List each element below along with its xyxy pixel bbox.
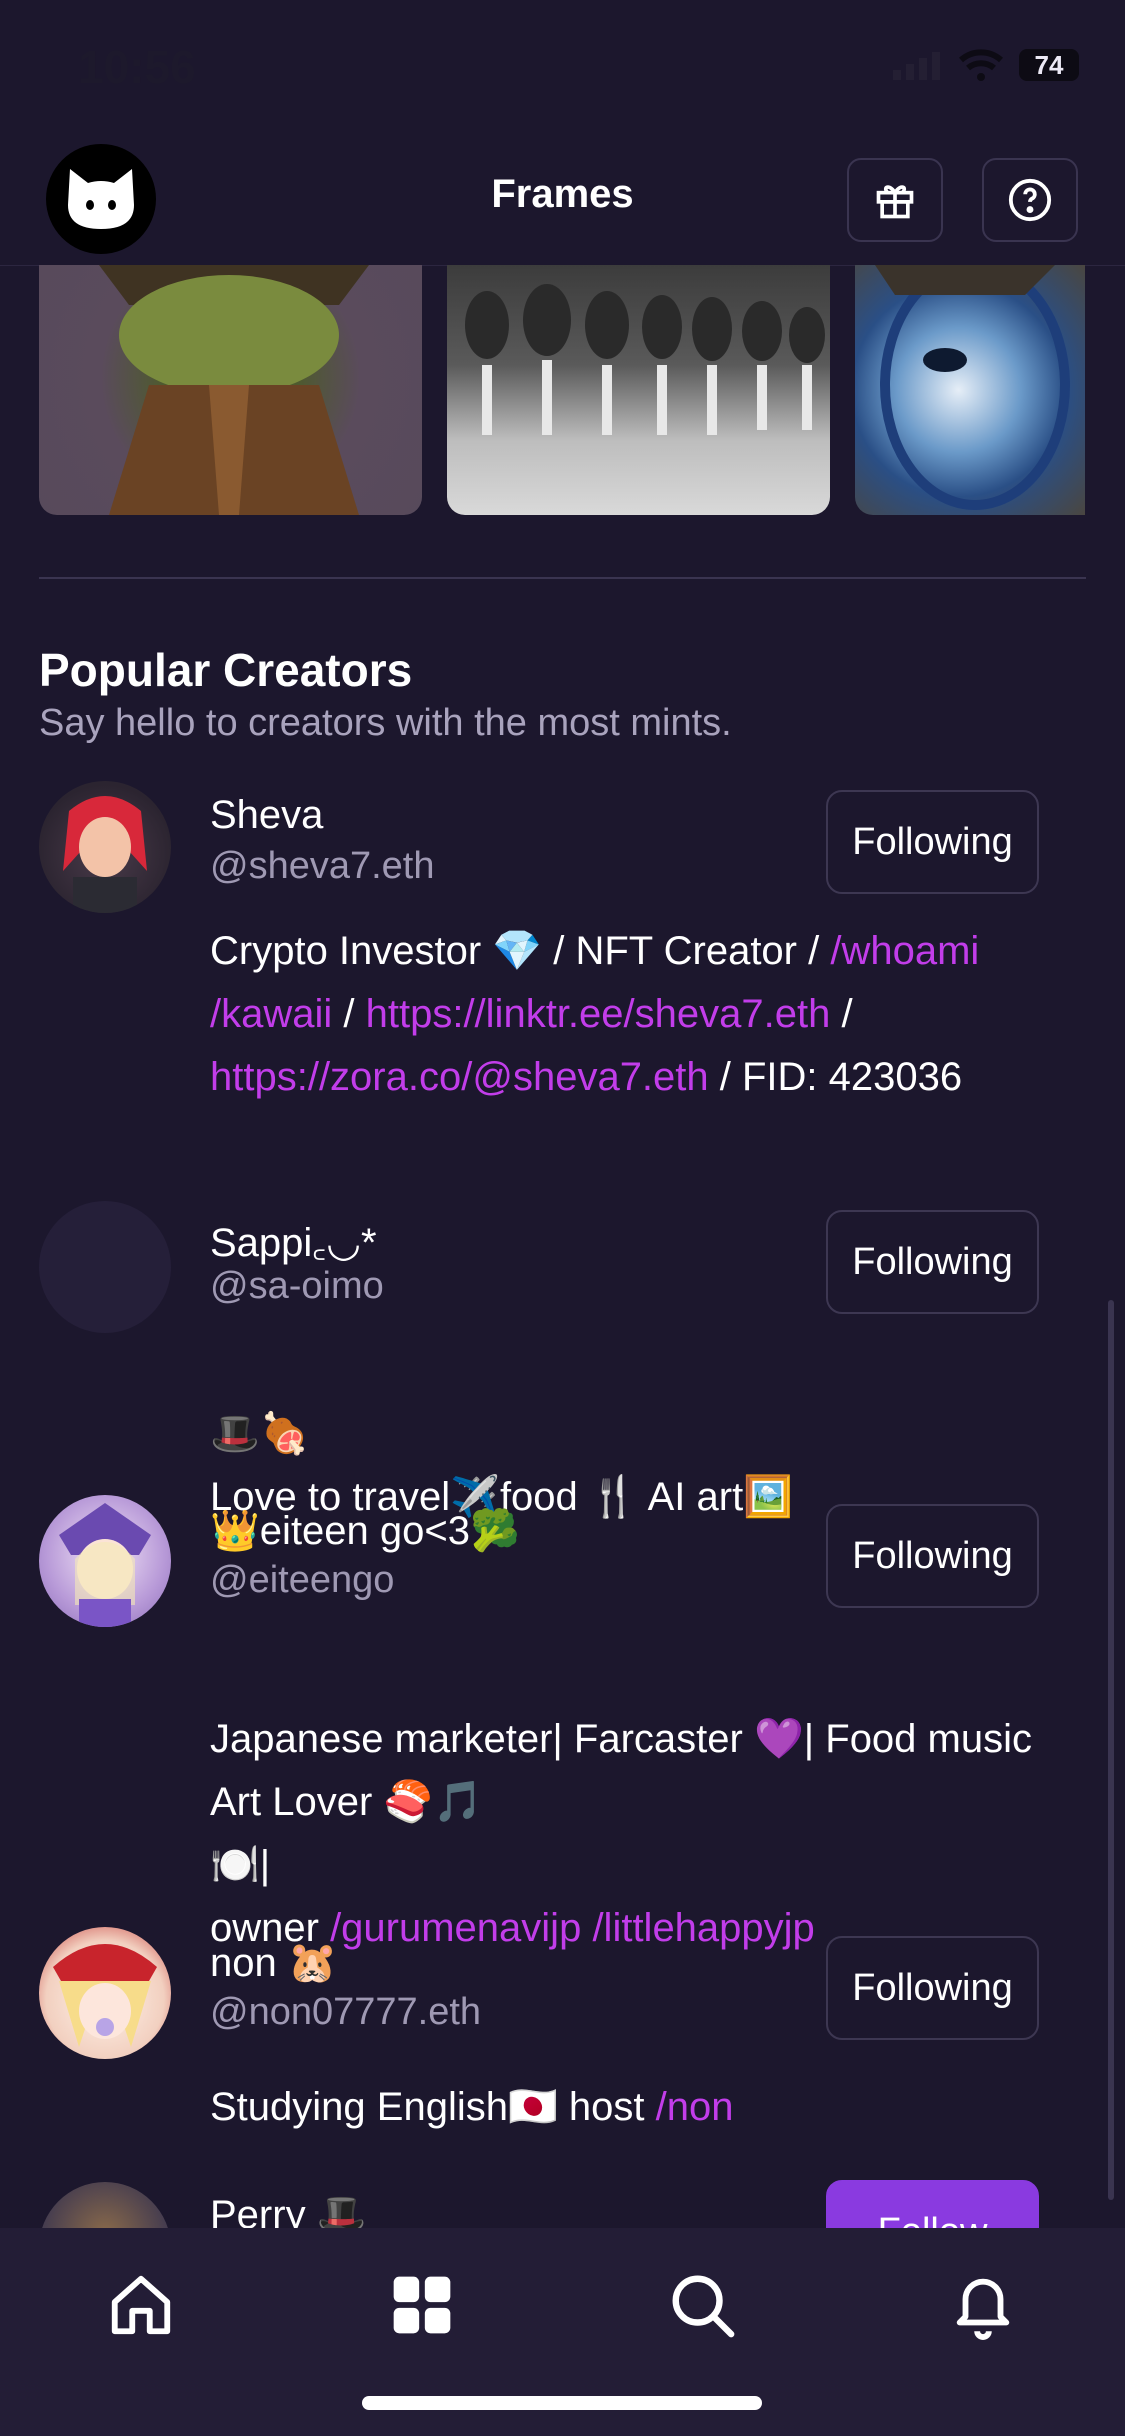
home-icon [111, 2275, 171, 2335]
bio-link[interactable]: https://zora.co/@sheva7.eth [210, 1055, 709, 1099]
creator-name: Sappi꜀◡* [210, 1221, 377, 1265]
search-icon [672, 2275, 735, 2338]
creator-bio: Crypto Investor 💎 / NFT Creator / /whoam… [210, 920, 1070, 1109]
following-button[interactable]: Following [826, 1210, 1039, 1314]
bio-link[interactable]: /kawaii [210, 992, 332, 1036]
status-bar: 10:56 74 [0, 0, 1125, 140]
home-indicator [362, 2396, 762, 2410]
grid-icon [393, 2276, 451, 2334]
signal-icon [893, 52, 940, 80]
bio-link[interactable]: /littlehappyjp [592, 1906, 814, 1950]
tab-search[interactable] [657, 2260, 747, 2350]
bio-text: / [332, 992, 366, 1036]
creator-bio: Japanese marketer| Farcaster 💜| Food mus… [210, 1645, 1070, 1960]
status-time: 10:56 [78, 41, 196, 93]
bio-link[interactable]: https://linktr.ee/sheva7.eth [366, 992, 831, 1036]
creator-name: 👑eiteen go<3🥦 [210, 1509, 520, 1553]
frame-thumbnail[interactable] [447, 265, 830, 515]
bio-text [581, 1906, 592, 1950]
following-button[interactable]: Following [826, 790, 1039, 894]
tab-frames[interactable] [377, 2260, 467, 2350]
avatar[interactable] [39, 1495, 171, 1627]
bell-icon [956, 2278, 1010, 2340]
tab-home[interactable] [96, 2260, 186, 2350]
battery-indicator: 74 [1019, 49, 1079, 81]
frames-carousel[interactable] [0, 265, 1125, 515]
frog-image [99, 265, 369, 515]
bio-link[interactable]: /whoami [830, 929, 979, 973]
blue-mask-image [875, 265, 1070, 510]
section-divider [39, 577, 1086, 579]
frame-thumbnail[interactable] [855, 265, 1085, 515]
avatar-image [59, 1503, 151, 1627]
page-title: Frames [491, 172, 634, 216]
avatar[interactable] [39, 781, 171, 913]
following-button[interactable]: Following [826, 1936, 1039, 2040]
scrollbar[interactable] [1108, 1300, 1114, 2200]
bio-text: 🎩🍖 [210, 1412, 310, 1456]
wifi-icon [959, 49, 1003, 81]
help-button[interactable] [982, 158, 1078, 242]
bio-link[interactable]: /gurumenavijp [330, 1906, 581, 1950]
section-subtitle: Say hello to creators with the most mint… [39, 702, 732, 744]
creator-handle: @non07777.eth [210, 1991, 482, 2033]
avatar[interactable] [39, 1927, 171, 2059]
creator-name: Sheva [210, 793, 324, 837]
avatar-image [53, 1944, 157, 2047]
bio-text: / FID: 423036 [708, 1055, 963, 1099]
bio-link[interactable]: /non [656, 2085, 734, 2129]
avatar[interactable] [39, 1201, 171, 1333]
bio-text: / [830, 992, 853, 1036]
creator-handle: @sheva7.eth [210, 845, 435, 887]
creator-bio: 🎩🍖 Love to travel✈️food 🍴 AI art🖼️ [210, 1340, 1070, 1529]
section-title: Popular Creators [39, 644, 413, 696]
tab-notifications[interactable] [938, 2260, 1028, 2350]
bio-text: Crypto Investor 💎 / NFT Creator / [210, 929, 831, 973]
avatar-image [63, 796, 147, 913]
help-icon [1008, 178, 1052, 222]
creator-name: non 🐹 [210, 1941, 338, 1985]
masks-photo-image [465, 284, 825, 435]
following-button[interactable]: Following [826, 1504, 1039, 1608]
creator-handle: @sa-oimo [210, 1265, 384, 1307]
gift-button[interactable] [847, 158, 943, 242]
gift-icon [876, 185, 914, 219]
frame-thumbnail[interactable] [39, 265, 422, 515]
creator-handle: @eiteengo [210, 1559, 395, 1601]
creator-bio: Studying English🇯🇵 host /non [210, 2076, 1070, 2139]
bio-text: Studying English🇯🇵 host [210, 2085, 656, 2129]
